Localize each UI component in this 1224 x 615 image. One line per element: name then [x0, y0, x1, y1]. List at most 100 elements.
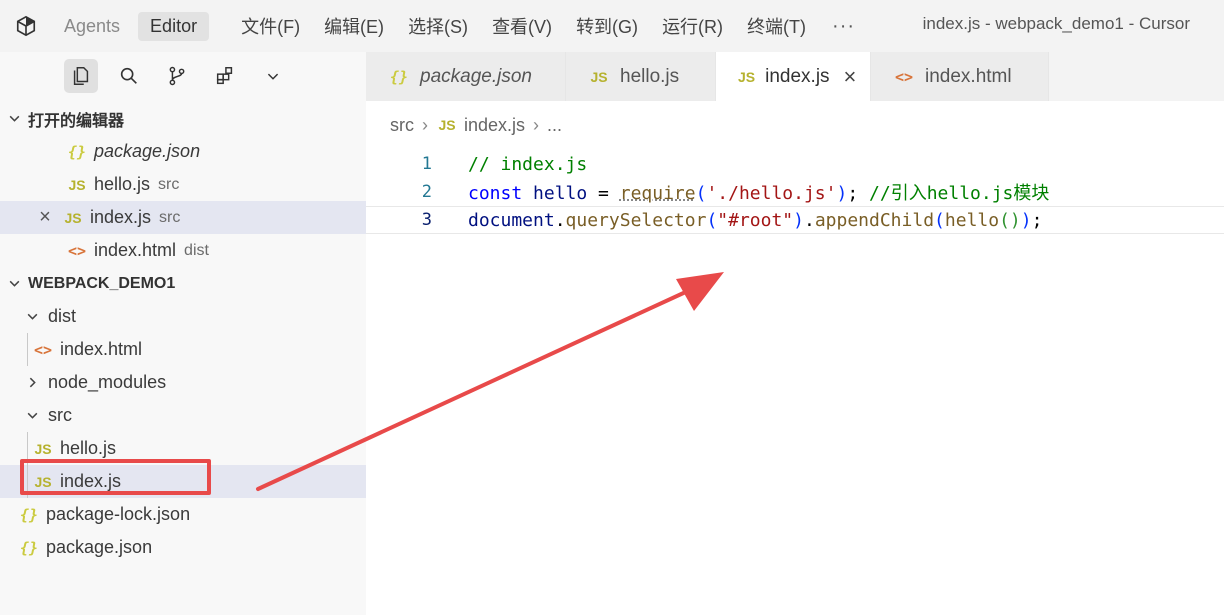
menu-run[interactable]: 运行(R) — [650, 9, 735, 43]
menu-terminal[interactable]: 终端(T) — [735, 9, 818, 43]
chevron-down-icon[interactable] — [256, 59, 290, 93]
code-line[interactable]: 1 // index.js — [366, 150, 1224, 178]
open-editor-index-html[interactable]: <> index.html dist — [0, 234, 366, 267]
chevron-right-icon: › — [533, 114, 540, 135]
js-file-icon: JS — [738, 68, 756, 85]
token-punct: = — [587, 183, 620, 204]
folder-name: src — [48, 405, 72, 425]
token-comment: // index.js — [468, 153, 588, 175]
js-file-icon: JS — [438, 117, 456, 133]
menu-file[interactable]: 文件(F) — [229, 9, 312, 43]
menu-selection[interactable]: 选择(S) — [396, 9, 480, 43]
js-file-icon: JS — [34, 440, 52, 457]
mode-tab-editor[interactable]: Editor — [138, 11, 210, 41]
token-bracket: ) — [793, 209, 804, 231]
tab-hello-js[interactable]: JS hello.js — [566, 52, 716, 101]
chevron-right-icon: › — [422, 114, 428, 135]
folder-node-modules[interactable]: node_modules — [0, 366, 366, 399]
section-project[interactable]: WEBPACK_DEMO1 — [0, 267, 366, 300]
breadcrumb-folder[interactable]: src — [390, 115, 414, 136]
close-icon[interactable]: × — [34, 206, 56, 229]
token-bracket: ( — [706, 209, 718, 231]
open-editor-package-json[interactable]: {} package.json — [0, 135, 366, 168]
html-file-icon: <> — [67, 241, 87, 260]
editor-tabs: {} package.json JS hello.js JS index.js … — [366, 52, 1224, 101]
token-function: hello — [944, 209, 1000, 231]
tab-index-html[interactable]: <> index.html — [871, 52, 1049, 101]
token-punct: . — [803, 209, 815, 231]
section-open-editors[interactable]: 打开的编辑器 — [0, 102, 366, 135]
code-line[interactable]: 2 const hello = require('./hello.js'); /… — [366, 178, 1224, 206]
more-menu-icon[interactable]: ··· — [818, 15, 869, 38]
json-file-icon: {} — [19, 505, 39, 524]
mode-tab-agents[interactable]: Agents — [52, 12, 132, 41]
token-function: querySelector — [565, 209, 707, 231]
tab-label: index.js — [765, 65, 830, 87]
token-string: './hello.js' — [706, 183, 837, 204]
file-package-lock-json[interactable]: {} package-lock.json — [0, 498, 366, 531]
tab-label: index.html — [925, 65, 1012, 87]
file-name: package.json — [94, 141, 201, 161]
menu-go[interactable]: 转到(G) — [564, 9, 650, 43]
file-name: package-lock.json — [46, 504, 191, 524]
file-dist-index-html[interactable]: <> index.html — [0, 333, 366, 366]
line-number: 3 — [421, 210, 432, 230]
token-punct: ; — [1031, 209, 1043, 231]
menu-edit[interactable]: 编辑(E) — [312, 9, 396, 43]
token-variable: hello — [533, 183, 588, 204]
js-file-icon: JS — [590, 68, 608, 85]
cursor-logo-icon[interactable] — [0, 0, 52, 52]
section-title: 打开的编辑器 — [28, 112, 125, 130]
code-editor[interactable]: 1 // index.js 2 const hello = require('.… — [366, 150, 1224, 234]
json-file-icon: {} — [389, 67, 409, 86]
json-file-icon: {} — [19, 538, 39, 557]
json-file-icon: {} — [67, 142, 87, 161]
folder-dist[interactable]: dist — [0, 300, 366, 333]
file-name: hello.js — [94, 174, 151, 194]
chevron-down-icon — [6, 112, 22, 125]
folder-name: dist — [48, 306, 77, 326]
file-package-json[interactable]: {} package.json — [0, 531, 366, 564]
token-bracket: () — [999, 209, 1021, 231]
code-line-current[interactable]: 3 document.querySelector("#root").append… — [366, 206, 1224, 234]
menu-view[interactable]: 查看(V) — [480, 9, 564, 43]
tab-label: package.json — [420, 65, 532, 87]
line-number: 1 — [421, 154, 432, 174]
extensions-icon[interactable] — [208, 59, 242, 93]
token-function: appendChild — [814, 209, 935, 231]
tree-indent-guide — [27, 333, 28, 366]
title-bar: Agents Editor 文件(F) 编辑(E) 选择(S) 查看(V) 转到… — [0, 0, 1224, 52]
tab-label: hello.js — [620, 65, 680, 87]
explorer-files-icon[interactable] — [64, 59, 98, 93]
menu-bar: 文件(F) 编辑(E) 选择(S) 查看(V) 转到(G) 运行(R) 终端(T… — [229, 9, 818, 43]
folder-src[interactable]: src — [0, 399, 366, 432]
breadcrumb-ellipsis[interactable]: ... — [547, 115, 562, 136]
file-folder-desc: src — [159, 208, 181, 226]
chevron-right-icon — [24, 376, 40, 389]
code-text: const hello = require('./hello.js'); //引… — [468, 179, 1049, 205]
file-folder-desc: src — [158, 175, 180, 193]
file-folder-desc: dist — [184, 241, 209, 259]
token-bracket: ) — [836, 183, 848, 204]
annotation-highlight-box — [20, 459, 211, 495]
project-title: WEBPACK_DEMO1 — [28, 274, 176, 292]
source-control-icon[interactable] — [160, 59, 194, 93]
code-text: document.querySelector("#root").appendCh… — [468, 210, 1042, 231]
js-file-icon: JS — [68, 176, 86, 193]
file-name: index.js — [90, 207, 152, 227]
breadcrumb-file[interactable]: index.js — [464, 115, 525, 136]
html-file-icon: <> — [894, 67, 914, 86]
open-editor-index-js[interactable]: × JS index.js src — [0, 201, 366, 234]
chevron-down-icon — [6, 277, 22, 290]
token-keyword: const — [468, 183, 523, 204]
tab-package-json[interactable]: {} package.json — [366, 52, 566, 101]
html-file-icon: <> — [33, 340, 53, 359]
file-name: index.html — [94, 240, 177, 260]
close-tab-icon[interactable]: × — [844, 64, 857, 90]
open-editor-hello-js[interactable]: JS hello.js src — [0, 168, 366, 201]
file-name: package.json — [46, 537, 153, 557]
tab-index-js[interactable]: JS index.js × — [716, 52, 871, 101]
file-name: index.html — [60, 339, 143, 359]
js-file-icon: JS — [64, 209, 82, 226]
search-icon[interactable] — [112, 59, 146, 93]
